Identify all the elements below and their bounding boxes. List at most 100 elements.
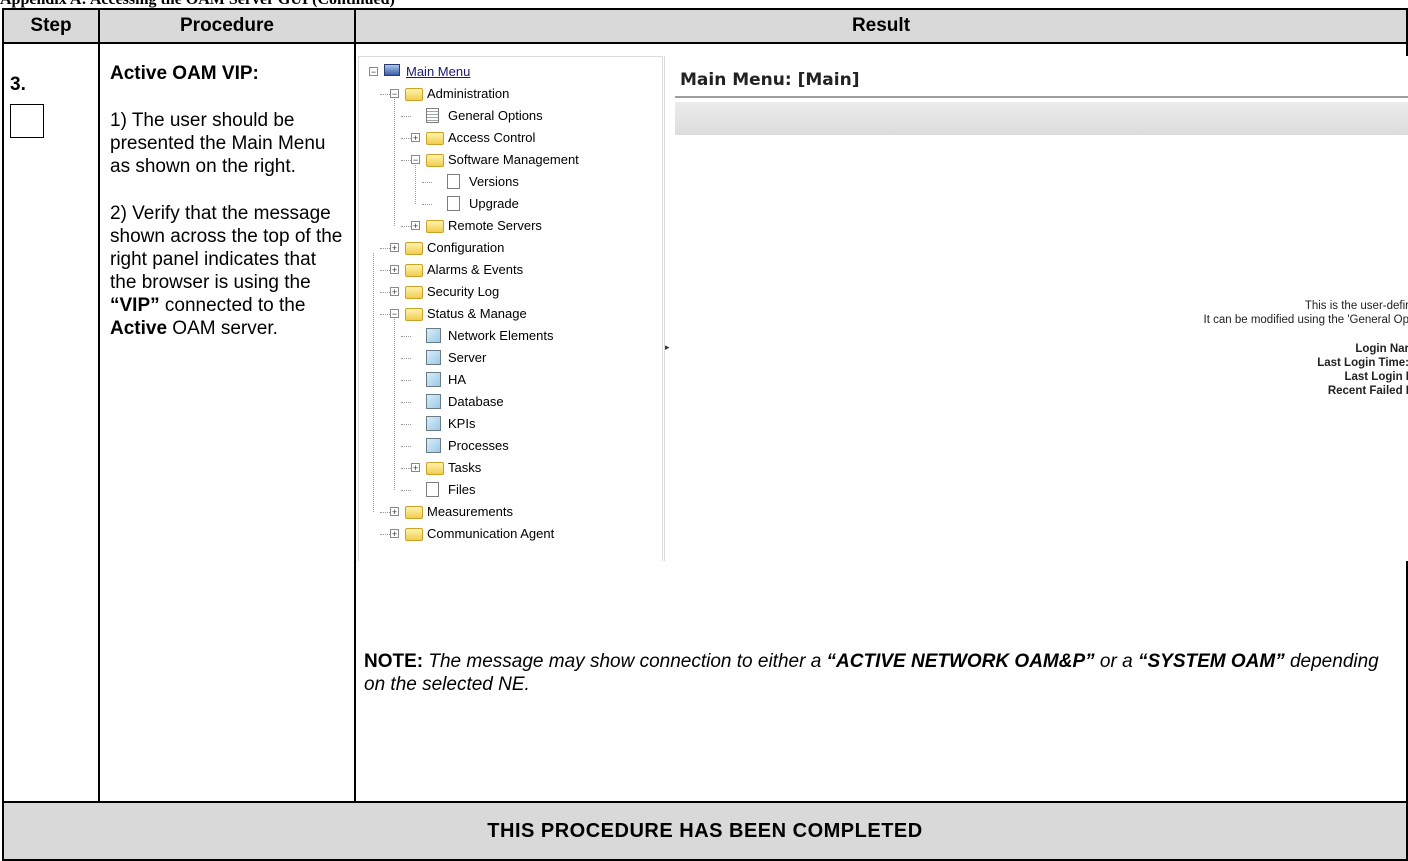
step-checkbox[interactable] bbox=[10, 104, 44, 138]
tree-item-label[interactable]: Software Management bbox=[448, 149, 579, 171]
tree-item-label[interactable]: Database bbox=[448, 391, 504, 413]
tree-item-label[interactable]: Versions bbox=[469, 171, 519, 193]
expand-toggle-icon[interactable]: + bbox=[411, 221, 420, 231]
tree-connector bbox=[401, 490, 411, 491]
tree-item-label[interactable]: Processes bbox=[448, 435, 509, 457]
main-content-panel: Main Menu: [Main] This is the user-defir… bbox=[664, 56, 1408, 561]
tree-connector bbox=[380, 292, 390, 293]
tree-connector bbox=[401, 424, 411, 425]
tree-item-label[interactable]: General Options bbox=[448, 105, 543, 127]
table-header-row: Step Procedure Result bbox=[2, 8, 1408, 44]
collapse-toggle-icon[interactable]: − bbox=[390, 89, 399, 99]
expand-toggle-icon[interactable]: + bbox=[390, 243, 399, 253]
collapse-toggle-icon[interactable]: − bbox=[411, 155, 420, 165]
tree-item-label[interactable]: Access Control bbox=[448, 127, 535, 149]
folder-icon bbox=[426, 462, 444, 475]
status-page-icon bbox=[426, 372, 441, 387]
tree-item[interactable]: Files bbox=[359, 479, 659, 501]
tree-item[interactable]: + Measurements bbox=[359, 501, 659, 523]
step-title: Active OAM VIP: bbox=[110, 63, 259, 84]
procedure-table: Step Procedure Result 3. Active OAM VIP:… bbox=[2, 8, 1408, 861]
folder-icon bbox=[405, 242, 423, 255]
tree-connector bbox=[401, 336, 411, 337]
expand-toggle-icon[interactable]: + bbox=[411, 133, 420, 143]
expand-toggle-icon[interactable]: + bbox=[390, 507, 399, 517]
document-header: Appendix A: Accessing the OAM Server GUI… bbox=[0, 0, 1408, 8]
vip-emphasis: “VIP” bbox=[110, 295, 160, 316]
status-page-icon bbox=[426, 438, 441, 453]
monitor-icon bbox=[384, 64, 400, 76]
gui-screenshot: − Main Menu − Administration General Options… bbox=[358, 56, 1408, 561]
tree-item[interactable]: General Options bbox=[359, 105, 659, 127]
tree-item[interactable]: Network Elements bbox=[359, 325, 659, 347]
folder-icon bbox=[405, 264, 423, 277]
options-page-icon bbox=[426, 108, 439, 123]
tree-item-label[interactable]: Files bbox=[448, 479, 475, 501]
completion-banner: THIS PROCEDURE HAS BEEN COMPLETED bbox=[2, 801, 1408, 861]
document-icon bbox=[447, 174, 460, 189]
folder-icon bbox=[426, 132, 444, 145]
tree-item[interactable]: + Tasks bbox=[359, 457, 659, 479]
tree-item[interactable]: + Configuration bbox=[359, 237, 659, 259]
result-cell: − Main Menu − Administration General Options… bbox=[354, 42, 1408, 803]
tree-connector bbox=[394, 319, 395, 490]
expand-toggle-icon[interactable]: + bbox=[390, 529, 399, 539]
general-options-message: It can be modified using the 'General Op bbox=[1203, 314, 1408, 326]
active-emphasis: Active bbox=[110, 318, 168, 339]
note-label: NOTE: bbox=[364, 651, 424, 672]
tree-item-label[interactable]: Main Menu bbox=[406, 61, 470, 83]
tree-connector bbox=[373, 253, 374, 512]
tree-item-label[interactable]: Alarms & Events bbox=[427, 259, 523, 281]
tree-item[interactable]: Database bbox=[359, 391, 659, 413]
tree-item-label[interactable]: Measurements bbox=[427, 501, 513, 523]
step-cell: 3. bbox=[2, 42, 100, 803]
tree-connector bbox=[380, 512, 390, 513]
tree-item[interactable]: Server bbox=[359, 347, 659, 369]
expand-toggle-icon[interactable]: + bbox=[390, 287, 399, 297]
title-divider bbox=[675, 96, 1408, 98]
document-icon bbox=[426, 482, 439, 497]
tree-connector bbox=[401, 138, 411, 139]
tree-item-label[interactable]: Remote Servers bbox=[448, 215, 542, 237]
tree-item[interactable]: Upgrade bbox=[359, 193, 659, 215]
tree-item[interactable]: KPIs bbox=[359, 413, 659, 435]
tree-item-label[interactable]: Network Elements bbox=[448, 325, 553, 347]
tree-item-label[interactable]: Security Log bbox=[427, 281, 499, 303]
document-icon bbox=[447, 196, 460, 211]
tree-item-label[interactable]: Tasks bbox=[448, 457, 481, 479]
tree-item[interactable]: HA bbox=[359, 369, 659, 391]
tree-connector bbox=[401, 160, 411, 161]
tree-connector bbox=[380, 248, 390, 249]
tree-item-label[interactable]: HA bbox=[448, 369, 466, 391]
tree-connector bbox=[415, 165, 416, 204]
collapse-toggle-icon[interactable]: − bbox=[390, 309, 399, 319]
tree-item-label[interactable]: Status & Manage bbox=[427, 303, 527, 325]
tree-item[interactable]: − Software Management bbox=[359, 149, 659, 171]
tree-item[interactable]: Versions bbox=[359, 171, 659, 193]
user-defined-message: This is the user-defir bbox=[1304, 300, 1408, 312]
tree-item[interactable]: − Status & Manage bbox=[359, 303, 659, 325]
tree-connector bbox=[380, 314, 390, 315]
tree-item[interactable]: + Access Control bbox=[359, 127, 659, 149]
tree-item[interactable]: − Main Menu bbox=[359, 61, 659, 83]
tree-item-label[interactable]: Server bbox=[448, 347, 486, 369]
tree-item[interactable]: − Administration bbox=[359, 83, 659, 105]
tree-item-label[interactable]: Communication Agent bbox=[427, 523, 554, 545]
collapse-toggle-icon[interactable]: − bbox=[369, 67, 378, 77]
tree-item[interactable]: Processes bbox=[359, 435, 659, 457]
tree-item[interactable]: + Communication Agent bbox=[359, 523, 659, 545]
tree-item-label[interactable]: Configuration bbox=[427, 237, 504, 259]
tree-connector bbox=[401, 446, 411, 447]
tree-item[interactable]: + Alarms & Events bbox=[359, 259, 659, 281]
folder-open-icon bbox=[426, 154, 444, 167]
status-page-icon bbox=[426, 416, 441, 431]
tree-item-label[interactable]: Upgrade bbox=[469, 193, 519, 215]
header-result: Result bbox=[354, 8, 1408, 44]
expand-toggle-icon[interactable]: + bbox=[390, 265, 399, 275]
expand-toggle-icon[interactable]: + bbox=[411, 463, 420, 473]
tree-item[interactable]: + Security Log bbox=[359, 281, 659, 303]
folder-icon bbox=[426, 220, 444, 233]
tree-item[interactable]: + Remote Servers bbox=[359, 215, 659, 237]
tree-item-label[interactable]: KPIs bbox=[448, 413, 475, 435]
tree-item-label[interactable]: Administration bbox=[427, 83, 509, 105]
